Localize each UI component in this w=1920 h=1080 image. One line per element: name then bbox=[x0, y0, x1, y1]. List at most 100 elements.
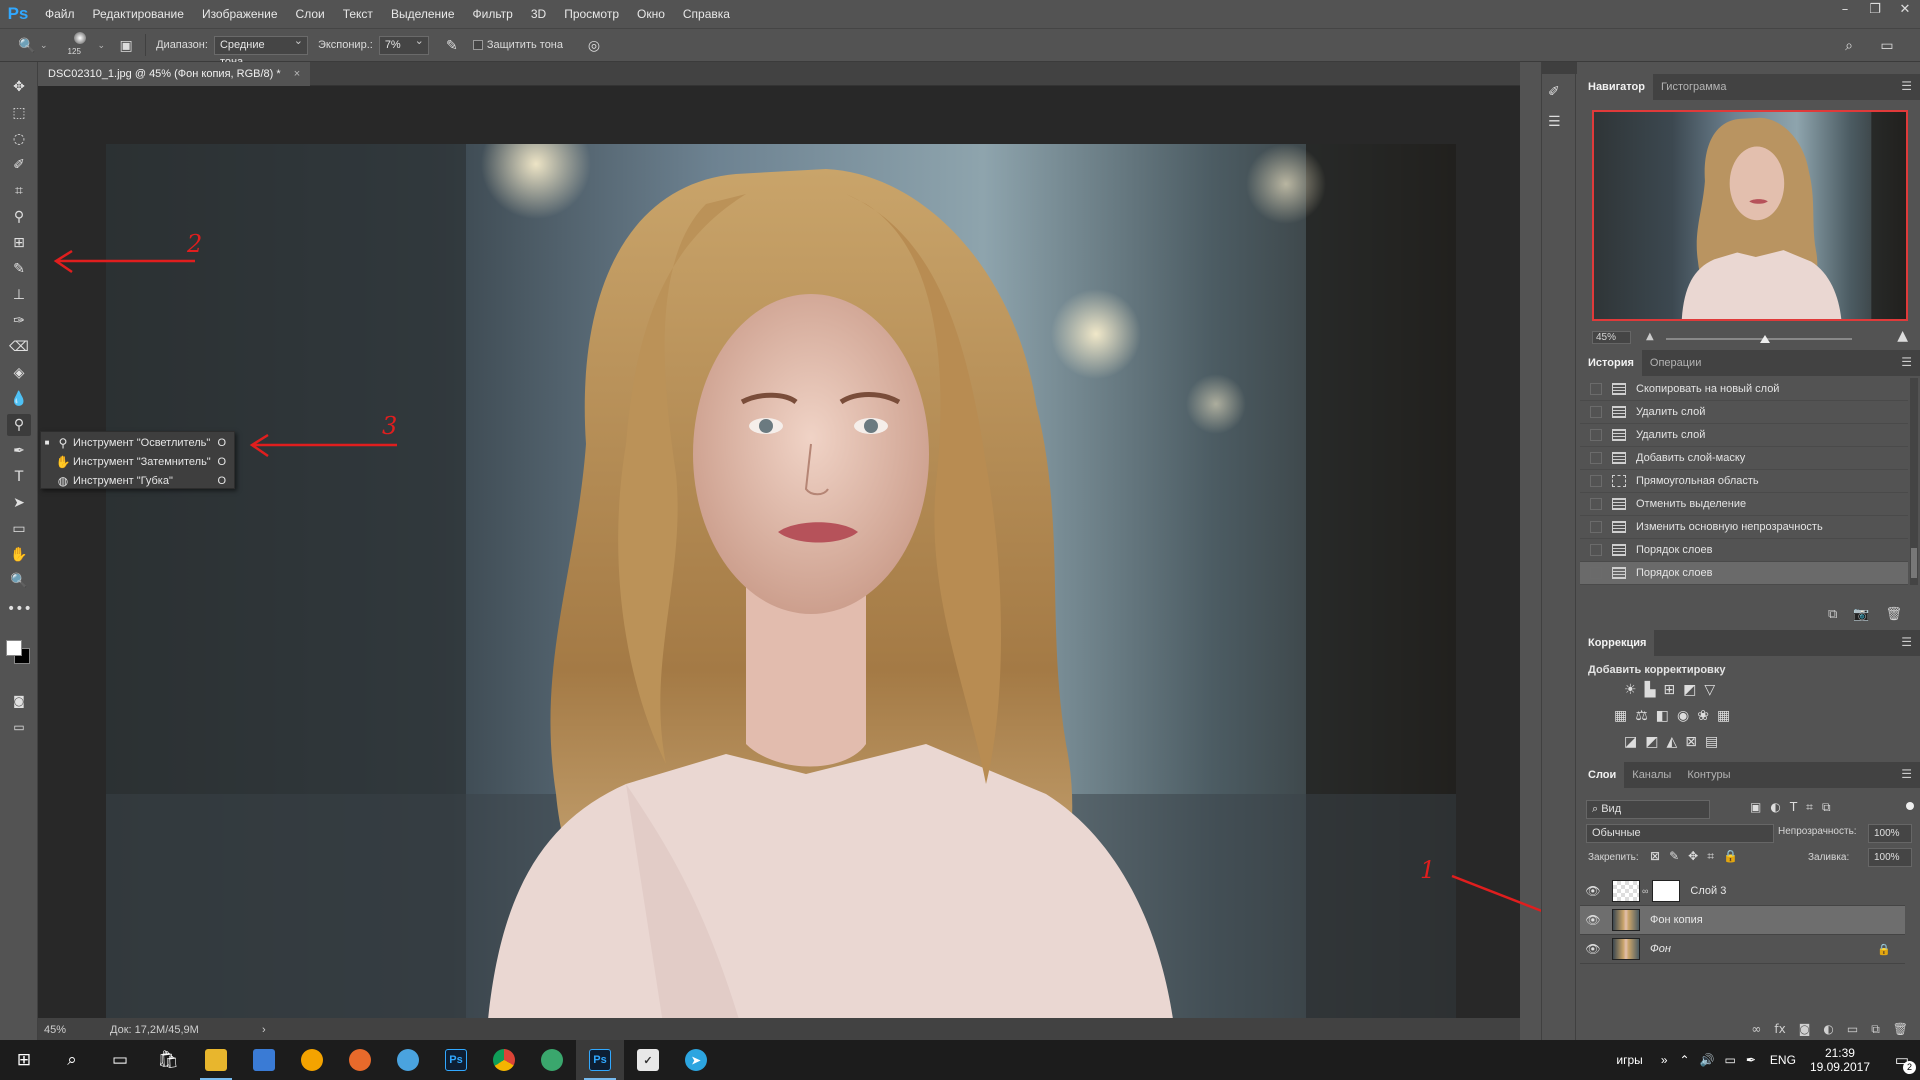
history-source-box[interactable] bbox=[1590, 383, 1602, 395]
history-item[interactable]: Скопировать на новый слой bbox=[1580, 378, 1908, 401]
network-icon[interactable]: ▭ bbox=[1725, 1053, 1736, 1067]
eye-icon[interactable]: 👁 bbox=[1580, 884, 1606, 898]
brightness-contrast-icon[interactable]: ☀ bbox=[1624, 682, 1637, 698]
selective-color-icon[interactable]: ⊠ bbox=[1685, 734, 1697, 750]
new-group-icon[interactable]: ▭ bbox=[1847, 1022, 1858, 1037]
new-document-from-state-icon[interactable]: ⧉ bbox=[1828, 607, 1837, 622]
hue-saturation-icon[interactable]: ▦ bbox=[1614, 708, 1627, 724]
threshold-icon[interactable]: ◭ bbox=[1666, 734, 1677, 750]
trash-icon[interactable]: 🗑 bbox=[1893, 1022, 1908, 1037]
shape-filter-icon[interactable]: ⌗ bbox=[1806, 800, 1813, 815]
lock-pixels-icon[interactable]: ✎ bbox=[1669, 849, 1679, 864]
history-source-box[interactable] bbox=[1590, 452, 1602, 464]
black-white-icon[interactable]: ◧ bbox=[1656, 708, 1669, 724]
zoom-in-icon[interactable]: ▲ bbox=[1897, 328, 1908, 344]
fill-input[interactable]: 100% bbox=[1868, 848, 1912, 867]
zoom-slider-thumb[interactable] bbox=[1759, 335, 1770, 343]
history-source-box[interactable] bbox=[1590, 498, 1602, 510]
link-icon[interactable]: ∞ bbox=[1642, 886, 1648, 896]
history-source-box[interactable] bbox=[1590, 429, 1602, 441]
adjustment-filter-icon[interactable]: ◐ bbox=[1770, 800, 1780, 815]
chrome-icon[interactable] bbox=[480, 1040, 528, 1080]
layer-row-selected[interactable]: 👁 Фон копия bbox=[1580, 906, 1905, 935]
lock-position-icon[interactable]: ✥ bbox=[1688, 849, 1698, 864]
history-source-box[interactable] bbox=[1590, 475, 1602, 487]
vibrance-icon[interactable]: ▽ bbox=[1704, 682, 1715, 698]
type-filter-icon[interactable]: T bbox=[1790, 800, 1797, 815]
new-layer-icon[interactable]: ⧉ bbox=[1871, 1022, 1880, 1037]
history-item[interactable]: Добавить слой-маску bbox=[1580, 447, 1908, 470]
filter-toggle[interactable] bbox=[1906, 802, 1914, 810]
fx-icon[interactable]: fx bbox=[1774, 1022, 1785, 1037]
app-icon[interactable] bbox=[240, 1040, 288, 1080]
tray-up-icon[interactable]: ⌃ bbox=[1680, 1053, 1690, 1067]
history-source-box[interactable] bbox=[1590, 544, 1602, 556]
dock-grip[interactable] bbox=[1542, 62, 1577, 74]
windows-start-icon[interactable]: ⊞ bbox=[0, 1040, 48, 1080]
blend-mode-select[interactable]: Обычные bbox=[1586, 824, 1774, 843]
snapshot-camera-icon[interactable]: 📷 bbox=[1853, 607, 1869, 622]
notification-center-icon[interactable]: ▭ 2 bbox=[1884, 1040, 1920, 1080]
lock-transparency-icon[interactable]: ⊠ bbox=[1650, 849, 1660, 864]
trash-icon[interactable]: 🗑 bbox=[1885, 607, 1902, 622]
eye-icon[interactable]: 👁 bbox=[1580, 942, 1606, 956]
lock-artboard-icon[interactable]: ⌗ bbox=[1707, 849, 1714, 864]
layer-row[interactable]: 👁 ∞ Слой 3 bbox=[1580, 877, 1905, 906]
history-source-box[interactable] bbox=[1590, 406, 1602, 418]
panel-menu-icon[interactable]: ☰ bbox=[1901, 79, 1912, 93]
tab-histogram[interactable]: Гистограмма bbox=[1653, 74, 1735, 100]
zoom-out-icon[interactable]: ▲ bbox=[1646, 331, 1654, 342]
app-icon[interactable] bbox=[336, 1040, 384, 1080]
channel-mixer-icon[interactable]: ❀ bbox=[1697, 708, 1709, 724]
navigator-zoom-value[interactable]: 45% bbox=[1592, 331, 1632, 344]
pen-icon[interactable]: ✒ bbox=[1746, 1053, 1756, 1067]
history-scrollbar[interactable] bbox=[1910, 378, 1918, 585]
task-view-icon[interactable]: ▭ bbox=[96, 1040, 144, 1080]
color-balance-icon[interactable]: ⚖ bbox=[1635, 708, 1648, 724]
smart-object-filter-icon[interactable]: ⧉ bbox=[1822, 800, 1831, 815]
tab-actions[interactable]: Операции bbox=[1642, 350, 1709, 376]
clock[interactable]: 21:39 19.09.2017 bbox=[1810, 1046, 1870, 1074]
app-icon[interactable] bbox=[288, 1040, 336, 1080]
photoshop-taskbar-icon[interactable]: Ps bbox=[432, 1040, 480, 1080]
photo-filter-icon[interactable]: ◉ bbox=[1677, 708, 1689, 724]
invert-icon[interactable]: ◪ bbox=[1624, 734, 1637, 750]
history-source-box[interactable] bbox=[1590, 567, 1602, 579]
history-item[interactable]: Отменить выделение bbox=[1580, 493, 1908, 516]
tab-paths[interactable]: Контуры bbox=[1679, 762, 1738, 788]
history-item[interactable]: Удалить слой bbox=[1580, 424, 1908, 447]
tab-layers[interactable]: Слои bbox=[1580, 762, 1625, 788]
history-item[interactable]: Удалить слой bbox=[1580, 401, 1908, 424]
tab-adjustments[interactable]: Коррекция bbox=[1580, 630, 1655, 656]
telegram-icon[interactable]: ➤ bbox=[672, 1040, 720, 1080]
layer-filter-select[interactable]: ⌕ Вид bbox=[1586, 800, 1710, 819]
layer-row[interactable]: 👁 Фон 🔒 bbox=[1580, 935, 1905, 964]
volume-icon[interactable]: 🔊 bbox=[1700, 1053, 1715, 1067]
curves-icon[interactable]: ⊞ bbox=[1663, 682, 1675, 698]
new-adjustment-icon[interactable]: ◐ bbox=[1823, 1022, 1833, 1037]
history-item[interactable]: Прямоугольная область bbox=[1580, 470, 1908, 493]
tab-navigator[interactable]: Навигатор bbox=[1580, 74, 1653, 100]
add-mask-icon[interactable]: ◙ bbox=[1799, 1022, 1811, 1037]
app-icon[interactable] bbox=[528, 1040, 576, 1080]
history-item[interactable]: Порядок слоев bbox=[1580, 539, 1908, 562]
history-item[interactable]: Изменить основную непрозрачность bbox=[1580, 516, 1908, 539]
tab-channels[interactable]: Каналы bbox=[1624, 762, 1679, 788]
search-icon[interactable]: ⌕ bbox=[48, 1040, 96, 1080]
levels-icon[interactable]: ▙ bbox=[1645, 682, 1656, 698]
panel-menu-icon[interactable]: ☰ bbox=[1901, 355, 1912, 369]
color-lookup-icon[interactable]: ▦ bbox=[1717, 708, 1730, 724]
language-indicator[interactable]: ENG bbox=[1770, 1053, 1796, 1067]
opacity-input[interactable]: 100% bbox=[1868, 824, 1912, 843]
pixel-filter-icon[interactable]: ▣ bbox=[1750, 800, 1761, 815]
tray-toolbar-label[interactable]: игры bbox=[1616, 1053, 1642, 1067]
exposure-icon[interactable]: ◩ bbox=[1683, 682, 1696, 698]
panel-menu-icon[interactable]: ☰ bbox=[1901, 767, 1912, 781]
properties-icon[interactable]: ☰ bbox=[1548, 114, 1561, 130]
history-source-box[interactable] bbox=[1590, 521, 1602, 533]
layer-mask-thumbnail[interactable] bbox=[1652, 880, 1681, 902]
tab-history[interactable]: История bbox=[1580, 350, 1642, 376]
photoshop-active-taskbar-icon[interactable]: Ps bbox=[576, 1040, 624, 1080]
store-icon[interactable]: 🛍 bbox=[144, 1040, 192, 1080]
history-item-current[interactable]: Порядок слоев bbox=[1580, 562, 1908, 585]
